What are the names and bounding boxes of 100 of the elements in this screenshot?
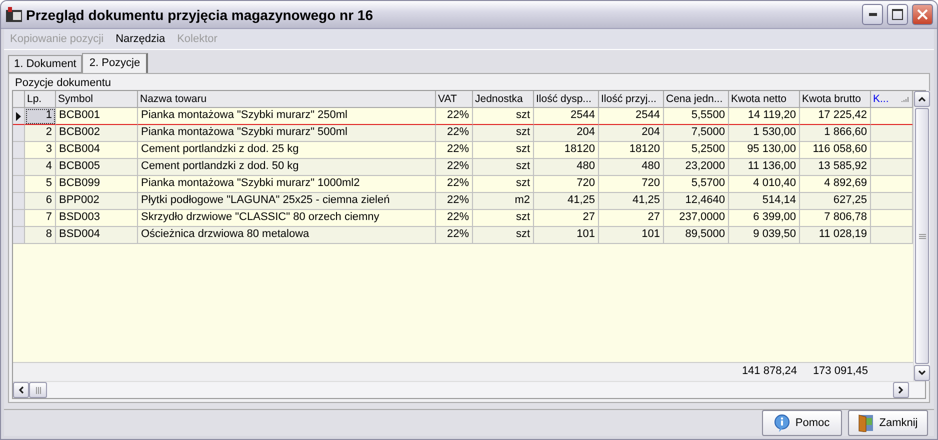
column-header[interactable]: VAT [436, 91, 473, 108]
table-cell: 2 [25, 125, 56, 142]
table-cell: 5,2500 [664, 142, 729, 159]
table-cell: 1 866,60 [800, 125, 871, 142]
table-cell: BSD004 [56, 227, 138, 244]
table-cell: 6 399,00 [729, 210, 800, 227]
column-header[interactable]: Symbol [56, 91, 138, 108]
minimize-button[interactable] [862, 4, 883, 25]
maximize-button[interactable] [887, 4, 908, 25]
table-cell: szt [473, 108, 534, 125]
scroll-left-button[interactable] [13, 382, 29, 398]
table-cell: BSD003 [56, 210, 138, 227]
table-cell: BCB004 [56, 142, 138, 159]
table-cell: Ościeżnica drzwiowa 80 metalowa [138, 227, 436, 244]
horizontal-scroll-thumb[interactable] [29, 382, 47, 398]
table-cell: 237,0000 [664, 210, 729, 227]
table-cell: szt [473, 227, 534, 244]
menu-item[interactable]: Narzędzia [116, 33, 166, 45]
scroll-up-button[interactable] [914, 91, 930, 107]
table-cell: BCB099 [56, 176, 138, 193]
table-cell: szt [473, 125, 534, 142]
vertical-scrollbar[interactable] [913, 91, 930, 381]
table-cell: 3 [25, 142, 56, 159]
grip-icon [918, 234, 926, 238]
table-cell: 41,25 [534, 193, 599, 210]
maximize-icon [892, 9, 903, 20]
info-icon [774, 414, 790, 432]
table-cell: szt [473, 159, 534, 176]
tab[interactable]: 2. Pozycje [82, 53, 148, 73]
table-cell: 720 [599, 176, 664, 193]
total-gross: 173 091,45 [812, 364, 869, 379]
table-cell: 23,2000 [664, 159, 729, 176]
table-cell: 4 [25, 159, 56, 176]
table-cell: 22% [436, 142, 473, 159]
row-indicator[interactable] [13, 108, 25, 125]
table-cell: 11 028,19 [800, 227, 871, 244]
table-cell: 101 [599, 227, 664, 244]
table-cell: Skrzydło drzwiowe "CLASSIC" 80 orzech ciemny [138, 210, 436, 227]
table-cell: 116 058,60 [800, 142, 871, 159]
table-cell: Pianka montażowa "Szybki murarz" 1000ml2 [138, 176, 436, 193]
table-cell: 8 [25, 227, 56, 244]
close-button[interactable] [912, 4, 933, 25]
table-cell: BPP002 [56, 193, 138, 210]
column-header[interactable]: Ilość przyj... [599, 91, 664, 108]
table-cell: 1 [25, 108, 56, 125]
table-cell [871, 227, 913, 244]
close-window-button[interactable]: Zamknij [848, 410, 928, 436]
table-cell [871, 142, 913, 159]
table-cell: szt [473, 176, 534, 193]
table-cell: 5,5500 [664, 108, 729, 125]
horizontal-scrollbar[interactable] [13, 381, 925, 398]
table-cell: 7 806,78 [800, 210, 871, 227]
table-cell: 14 119,20 [729, 108, 800, 125]
table-cell: 6 [25, 193, 56, 210]
table-cell: Pianka montażowa "Szybki murarz" 500ml [138, 125, 436, 142]
table-cell: 4 892,69 [800, 176, 871, 193]
table-cell: 95 130,00 [729, 142, 800, 159]
column-header[interactable]: Lp. [25, 91, 56, 108]
table-cell: 18120 [599, 142, 664, 159]
column-header[interactable]: Kwota brutto [800, 91, 871, 108]
table-cell: 2544 [599, 108, 664, 125]
table-cell: 11 136,00 [729, 159, 800, 176]
column-header[interactable]: K... [871, 91, 913, 108]
table-cell: m2 [473, 193, 534, 210]
table-cell: Cement portlandzki z dod. 50 kg [138, 159, 436, 176]
table-cell: szt [473, 210, 534, 227]
table-cell: 7,5000 [664, 125, 729, 142]
table-cell: 89,5000 [664, 227, 729, 244]
table-cell: 204 [599, 125, 664, 142]
scroll-down-button[interactable] [914, 365, 930, 381]
table-cell: 22% [436, 210, 473, 227]
column-header[interactable]: Kwota netto [729, 91, 800, 108]
table-cell: 4 010,40 [729, 176, 800, 193]
table-cell: 17 225,42 [800, 108, 871, 125]
table-cell: 1 530,00 [729, 125, 800, 142]
table-cell: 627,25 [800, 193, 871, 210]
column-header[interactable]: Jednostka [473, 91, 534, 108]
table-cell: 22% [436, 108, 473, 125]
table-cell: BCB001 [56, 108, 138, 125]
table-cell: BCB002 [56, 125, 138, 142]
table-cell: 480 [599, 159, 664, 176]
minimize-icon [868, 13, 876, 16]
header-corner [13, 91, 25, 108]
table-cell: 204 [534, 125, 599, 142]
scroll-right-button[interactable] [893, 382, 909, 398]
table-cell: 480 [534, 159, 599, 176]
table-cell: 9 039,50 [729, 227, 800, 244]
table-cell: 2544 [534, 108, 599, 125]
help-button[interactable]: Pomoc [762, 410, 842, 436]
scroll-thumb[interactable] [915, 108, 929, 364]
table-cell [871, 176, 913, 193]
column-header[interactable]: Cena jedn... [664, 91, 729, 108]
table-cell [871, 193, 913, 210]
table-cell: 41,25 [599, 193, 664, 210]
column-header[interactable]: Nazwa towaru [138, 91, 436, 108]
table-cell: 12,4640 [664, 193, 729, 210]
table-cell [871, 159, 913, 176]
column-header[interactable]: Ilość dysp... [534, 91, 599, 108]
tab[interactable]: 1. Dokument [8, 55, 82, 73]
table-cell: 27 [599, 210, 664, 227]
